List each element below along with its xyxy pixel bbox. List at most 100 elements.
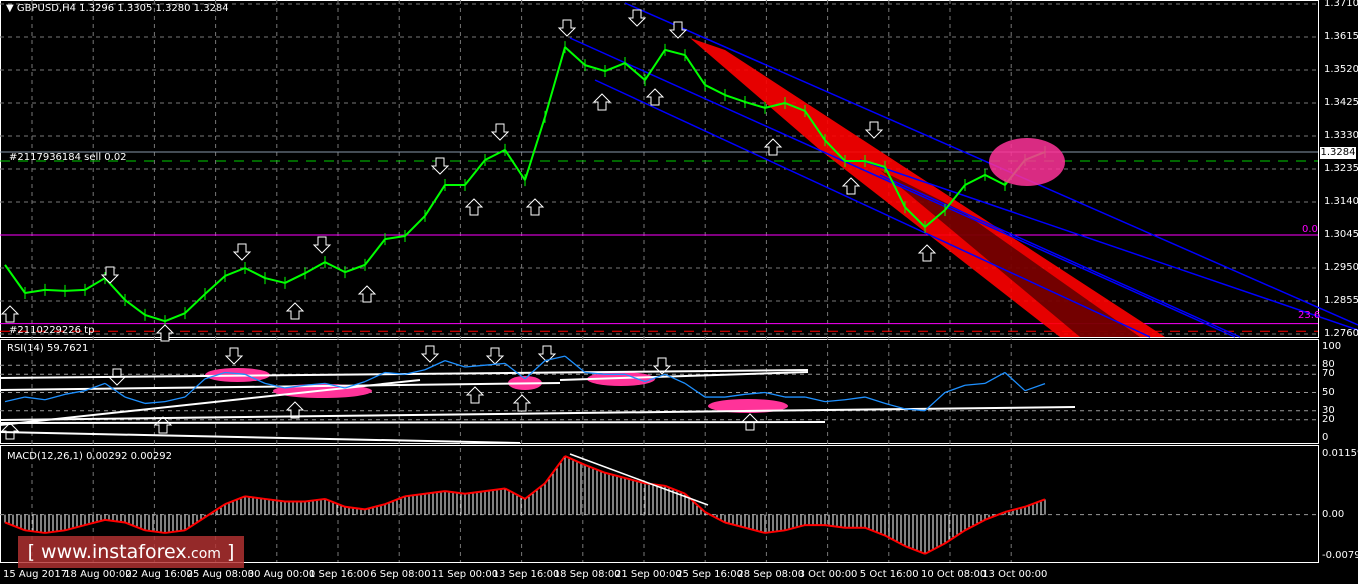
down-arrow-icon bbox=[224, 347, 244, 365]
price-segment bbox=[344, 263, 366, 274]
rsi-segment bbox=[944, 384, 966, 394]
price-segment bbox=[64, 288, 86, 292]
macd-signal-segment bbox=[1004, 505, 1026, 513]
collapse-triangle-icon[interactable]: ▼ bbox=[6, 3, 14, 14]
rsi-segment bbox=[24, 396, 46, 401]
price-axis-label: 1.3330 bbox=[1324, 130, 1358, 141]
macd-signal-segment bbox=[304, 497, 326, 503]
rsi-trendline bbox=[0, 421, 826, 424]
price-segment bbox=[44, 288, 66, 292]
down-arrow-icon bbox=[485, 347, 505, 365]
trend-channel-line bbox=[594, 79, 1151, 338]
macd-signal-segment bbox=[884, 534, 906, 547]
macd-signal-segment bbox=[984, 511, 1006, 521]
time-axis-label: 22 Aug 16:00 bbox=[125, 569, 193, 580]
rsi-trendline bbox=[0, 431, 521, 444]
price-segment bbox=[724, 94, 746, 103]
symbol-header: ▼ GBPUSD,H4 1.3296 1.3305 1.3280 1.3284 bbox=[6, 3, 229, 15]
macd-signal-segment bbox=[944, 529, 966, 545]
price-segment bbox=[24, 288, 46, 294]
price-segment bbox=[704, 84, 726, 96]
instaforex-watermark[interactable]: [ www.instaforex.com ] bbox=[18, 536, 244, 568]
price-segment bbox=[384, 235, 406, 241]
macd-signal-segment bbox=[384, 495, 406, 506]
price-segment bbox=[4, 264, 26, 294]
up-arrow-icon bbox=[357, 285, 377, 303]
down-arrow-icon bbox=[490, 123, 510, 141]
macd-signal-segment bbox=[544, 455, 566, 484]
symbol-label: GBPUSD,H4 bbox=[16, 3, 76, 14]
fib-level-0-label: 0.0 bbox=[1302, 224, 1318, 235]
macd-signal-segment bbox=[424, 490, 446, 495]
chart-canvas[interactable] bbox=[0, 0, 1358, 584]
macd-signal-segment bbox=[224, 495, 246, 506]
price-axis-label: 1.3710 bbox=[1324, 0, 1358, 9]
macd-signal-segment bbox=[124, 521, 146, 532]
macd-signal-segment bbox=[184, 516, 206, 532]
macd-signal-segment bbox=[324, 498, 346, 508]
down-arrow-icon bbox=[100, 266, 120, 284]
macd-label: MACD(12,26,1) 0.00292 0.00292 bbox=[7, 451, 173, 462]
rsi-axis-label: 70 bbox=[1322, 368, 1335, 380]
rsi-segment bbox=[144, 400, 166, 405]
price-segment bbox=[404, 215, 426, 237]
price-segment bbox=[524, 116, 546, 181]
bracket-close: ] bbox=[227, 541, 235, 563]
up-arrow-icon bbox=[155, 324, 175, 342]
price-segment bbox=[604, 62, 626, 72]
macd-signal-segment bbox=[24, 529, 46, 534]
macd-signal-segment bbox=[364, 503, 386, 511]
macd-signal-segment bbox=[564, 455, 586, 466]
macd-axis-label: -0.00791 bbox=[1322, 550, 1358, 561]
macd-axis-label: 0.01159 bbox=[1322, 448, 1358, 459]
down-arrow-icon bbox=[232, 243, 252, 261]
down-arrow-icon bbox=[420, 345, 440, 363]
price-axis-label: 1.3235 bbox=[1324, 163, 1358, 174]
time-axis-label: 6 Sep 08:00 bbox=[370, 569, 431, 580]
price-segment bbox=[484, 149, 506, 161]
macd-signal-segment bbox=[464, 490, 486, 495]
price-segment bbox=[164, 312, 186, 323]
fib-level-236-label: 23.6 bbox=[1298, 310, 1321, 321]
macd-divergence-line bbox=[569, 453, 709, 506]
macd-signal-segment bbox=[444, 490, 466, 495]
up-arrow-icon bbox=[285, 302, 305, 320]
macd-signal-segment bbox=[164, 529, 186, 534]
tp-order-label[interactable]: #2110229226 tp bbox=[9, 325, 94, 337]
rsi-segment bbox=[164, 396, 186, 403]
rsi-segment bbox=[524, 360, 546, 380]
rsi-segment bbox=[104, 382, 126, 398]
price-axis-label: 1.2855 bbox=[1324, 295, 1358, 306]
time-axis-label: 10 Oct 08:00 bbox=[921, 569, 987, 580]
price-segment bbox=[84, 277, 106, 291]
down-arrow-icon bbox=[627, 9, 647, 27]
rsi-label: RSI(14) 59.7621 bbox=[7, 343, 89, 354]
time-axis-label: 3 Oct 00:00 bbox=[798, 569, 858, 580]
watermark-text: www.instaforex bbox=[41, 541, 187, 563]
trend-channel-line bbox=[569, 37, 1236, 338]
price-segment bbox=[204, 275, 226, 295]
up-arrow-icon bbox=[512, 394, 532, 412]
price-segment bbox=[264, 277, 286, 284]
macd-signal-segment bbox=[344, 505, 366, 511]
chart-window[interactable]: ▼ GBPUSD,H4 1.3296 1.3305 1.3280 1.3284 … bbox=[0, 0, 1358, 584]
up-arrow-icon bbox=[592, 93, 612, 111]
price-segment bbox=[464, 159, 486, 186]
sell-order-label[interactable]: #2117936184 sell 0.02 bbox=[9, 152, 127, 164]
price-segment bbox=[124, 299, 146, 316]
price-segment bbox=[184, 293, 206, 314]
macd-signal-segment bbox=[764, 529, 786, 534]
pane-border bbox=[0, 339, 1319, 444]
down-arrow-icon bbox=[312, 236, 332, 254]
time-axis-label: 28 Sep 08:00 bbox=[737, 569, 805, 580]
time-axis-label: 30 Aug 00:00 bbox=[247, 569, 316, 580]
macd-signal-segment bbox=[784, 524, 806, 532]
time-axis-label: 15 Aug 2017 bbox=[3, 569, 68, 580]
macd-signal-segment bbox=[204, 503, 226, 519]
rsi-segment bbox=[44, 393, 66, 401]
rsi-segment bbox=[1024, 383, 1046, 392]
price-segment bbox=[564, 46, 586, 66]
rsi-segment bbox=[884, 402, 906, 410]
up-arrow-icon bbox=[763, 138, 783, 156]
time-axis-label: 13 Sep 16:00 bbox=[492, 569, 560, 580]
